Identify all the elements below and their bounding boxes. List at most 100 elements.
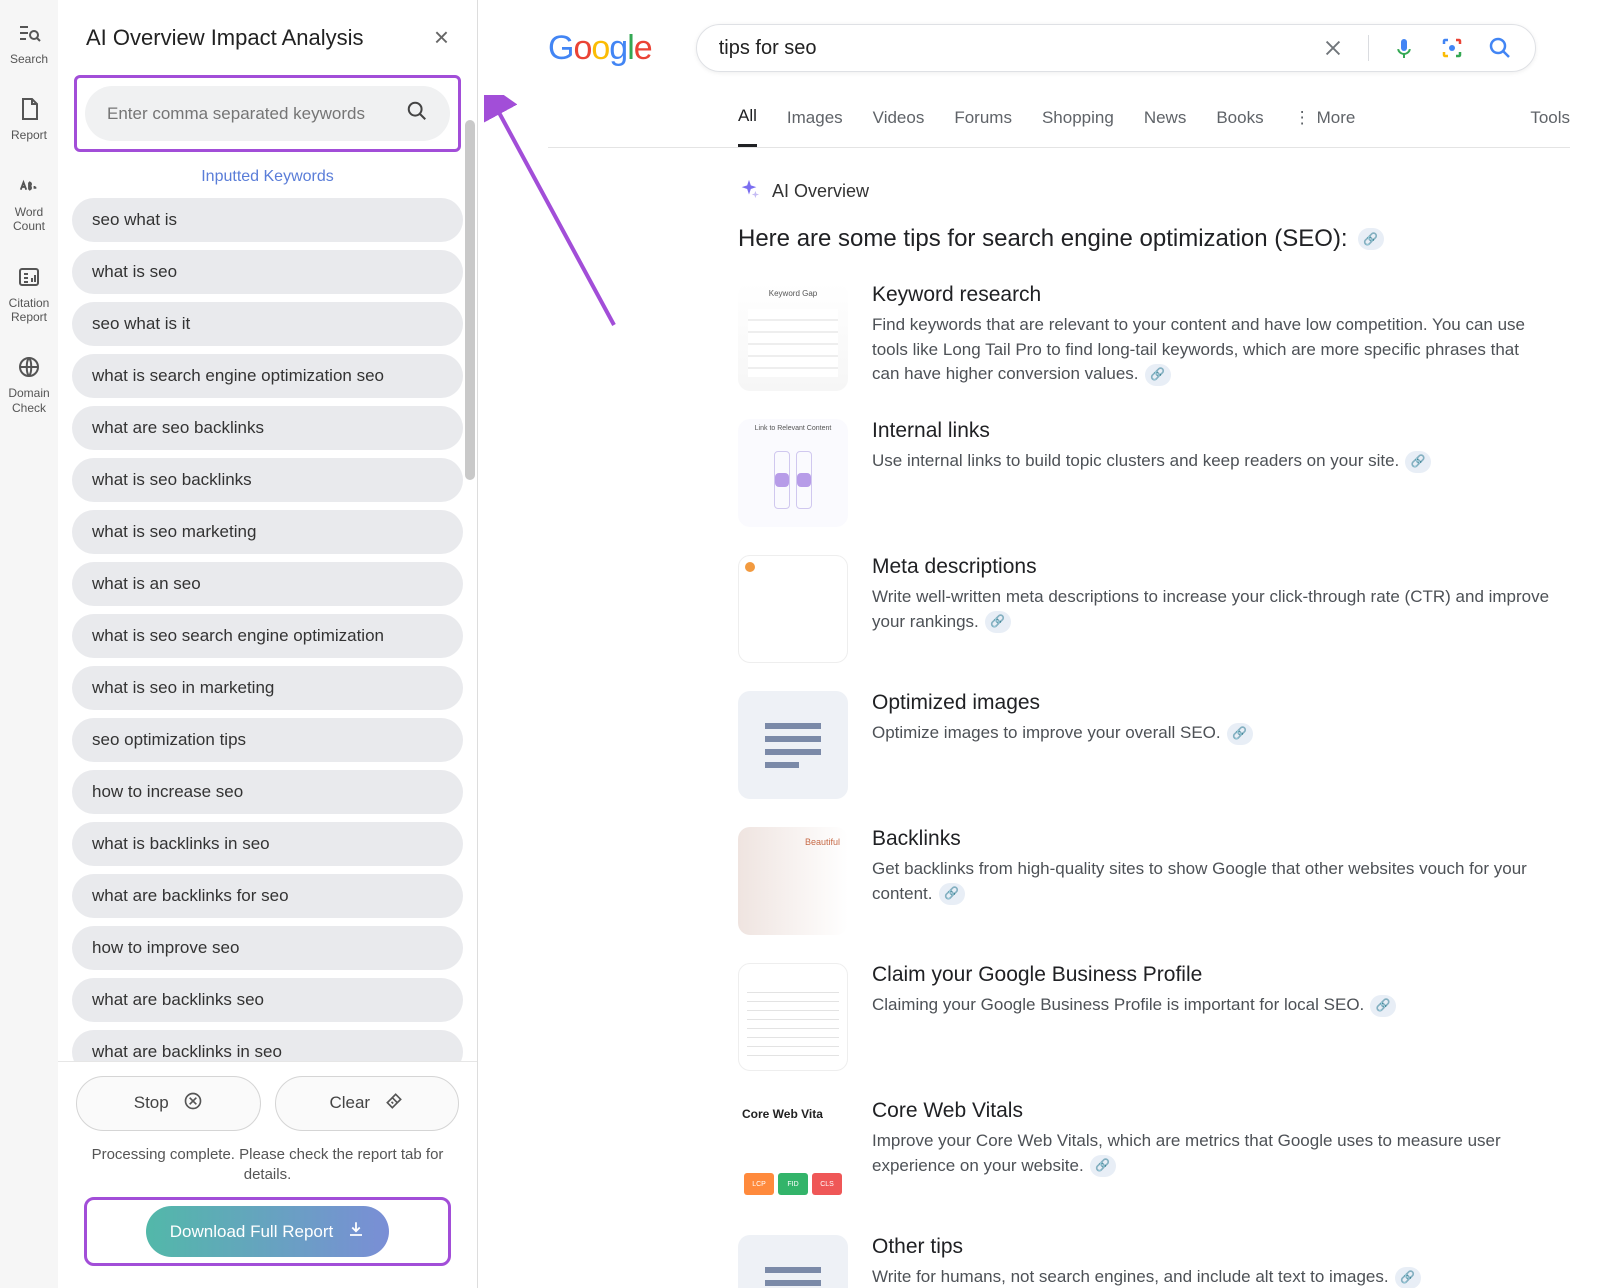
tip-item: Claim your Google Business Profile Claimi… (738, 963, 1570, 1071)
link-icon[interactable]: 🔗 (1370, 995, 1396, 1017)
link-icon[interactable]: 🔗 (1395, 1267, 1421, 1288)
link-icon[interactable]: 🔗 (1227, 723, 1253, 745)
voice-search-icon[interactable] (1391, 35, 1417, 61)
results-content: AI Overview Here are some tips for searc… (548, 148, 1570, 1288)
tab-more[interactable]: ⋮More (1294, 108, 1356, 146)
ai-overview-headline: Here are some tips for search engine opt… (738, 225, 1570, 253)
tip-thumbnail[interactable] (738, 691, 848, 799)
tip-desc: Use internal links to build topic cluste… (872, 449, 1550, 474)
link-icon[interactable]: 🔗 (985, 611, 1011, 633)
divider (1368, 35, 1369, 61)
status-text: Processing complete. Please check the re… (76, 1141, 459, 1198)
tab-all[interactable]: All (738, 106, 757, 147)
tab-images[interactable]: Images (787, 108, 843, 146)
rail-item-report[interactable]: Report (11, 96, 47, 142)
ai-star-icon (738, 178, 760, 205)
stop-button[interactable]: Stop (76, 1076, 261, 1131)
panel-title: AI Overview Impact Analysis (86, 25, 364, 51)
keyword-chip[interactable]: what are seo backlinks (72, 406, 463, 450)
side-rail: Search Report Word Count Citation Report… (0, 0, 58, 1288)
tip-desc: Write well-written meta descriptions to … (872, 585, 1550, 634)
keyword-chip[interactable]: what are backlinks seo (72, 978, 463, 1022)
rail-label: Search (10, 52, 48, 66)
keyword-chip[interactable]: what is seo in marketing (72, 666, 463, 710)
keyword-chip[interactable]: what is seo search engine optimization (72, 614, 463, 658)
rail-item-citation[interactable]: Citation Report (0, 264, 58, 325)
keyword-chip[interactable]: what is an seo (72, 562, 463, 606)
tip-title: Core Web Vitals (872, 1099, 1550, 1123)
panel-footer: Stop Clear Processing complete. Please c… (58, 1061, 477, 1288)
citation-icon (16, 264, 42, 290)
tip-desc: Improve your Core Web Vitals, which are … (872, 1129, 1550, 1178)
tip-thumbnail[interactable] (738, 555, 848, 663)
clear-button[interactable]: Clear (275, 1076, 460, 1131)
tip-thumbnail[interactable] (738, 963, 848, 1071)
rail-item-domain[interactable]: Domain Check (0, 354, 58, 415)
search-icon[interactable] (406, 100, 428, 127)
tip-item: Meta descriptions Write well-written meta… (738, 555, 1570, 663)
link-icon[interactable]: 🔗 (1090, 1155, 1116, 1177)
tab-videos[interactable]: Videos (873, 108, 925, 146)
keyword-chip[interactable]: what is backlinks in seo (72, 822, 463, 866)
rail-item-word-count[interactable]: Word Count (0, 173, 58, 234)
keyword-chip[interactable]: what are backlinks in seo (72, 1030, 463, 1061)
tip-desc: Find keywords that are relevant to your … (872, 313, 1550, 387)
scrollbar[interactable] (465, 120, 475, 620)
link-icon[interactable]: 🔗 (1358, 228, 1384, 250)
keyword-chip[interactable]: seo what is (72, 198, 463, 242)
tip-item: LCPFIDCLS Core Web Vitals Improve your Co… (738, 1099, 1570, 1207)
search-input[interactable] (719, 37, 1320, 60)
keyword-chip[interactable]: seo what is it (72, 302, 463, 346)
tip-thumbnail[interactable] (738, 1235, 848, 1288)
tab-books[interactable]: Books (1216, 108, 1263, 146)
keyword-chip[interactable]: what is seo marketing (72, 510, 463, 554)
keyword-chip[interactable]: what is seo (72, 250, 463, 294)
keyword-chip[interactable]: what is search engine optimization seo (72, 354, 463, 398)
search-submit-icon[interactable] (1487, 35, 1513, 61)
tip-title: Meta descriptions (872, 555, 1550, 579)
keyword-chip[interactable]: how to improve seo (72, 926, 463, 970)
keyword-chip[interactable]: what is seo backlinks (72, 458, 463, 502)
tip-title: Claim your Google Business Profile (872, 963, 1550, 987)
tab-forums[interactable]: Forums (954, 108, 1012, 146)
word-count-icon (16, 173, 42, 199)
tip-thumbnail[interactable] (738, 283, 848, 391)
rail-item-search[interactable]: Search (10, 20, 48, 66)
link-icon[interactable]: 🔗 (1405, 451, 1431, 473)
ai-impact-panel: AI Overview Impact Analysis × Inputted K… (58, 0, 478, 1288)
tip-item: Internal linksUse internal links to buil… (738, 419, 1570, 527)
tip-title: Backlinks (872, 827, 1550, 851)
analysis-search-icon (16, 20, 42, 46)
rail-label: Citation Report (0, 296, 58, 325)
more-dots-icon: ⋮ (1294, 108, 1311, 128)
tip-desc: Optimize images to improve your overall … (872, 721, 1550, 746)
chips-list[interactable]: seo what is what is seo seo what is it w… (58, 194, 477, 1061)
clear-search-icon[interactable] (1320, 35, 1346, 61)
keyword-chip[interactable]: how to increase seo (72, 770, 463, 814)
keyword-search-input-wrap[interactable] (85, 86, 450, 141)
keyword-chip[interactable]: what are backlinks for seo (72, 874, 463, 918)
tools-link[interactable]: Tools (1530, 108, 1570, 146)
tip-item: BacklinksGet backlinks from high-quality… (738, 827, 1570, 935)
tab-shopping[interactable]: Shopping (1042, 108, 1114, 146)
rail-label: Domain Check (0, 386, 58, 415)
tip-thumbnail[interactable] (738, 419, 848, 527)
link-icon[interactable]: 🔗 (939, 883, 965, 905)
search-tabs: All Images Videos Forums Shopping News B… (548, 82, 1570, 148)
download-report-button[interactable]: Download Full Report (146, 1206, 389, 1257)
tip-title: Optimized images (872, 691, 1550, 715)
close-icon[interactable]: × (434, 22, 449, 53)
tab-news[interactable]: News (1144, 108, 1187, 146)
search-bar[interactable] (696, 24, 1536, 72)
keyword-chip[interactable]: seo optimization tips (72, 718, 463, 762)
tip-desc: Claiming your Google Business Profile is… (872, 993, 1550, 1018)
tip-thumbnail[interactable] (738, 827, 848, 935)
document-icon (16, 96, 42, 122)
inputted-keywords-label: Inputted Keywords (58, 160, 477, 194)
google-logo[interactable]: Google (548, 29, 652, 68)
keyword-input[interactable] (107, 104, 406, 124)
tip-item: Keyword researchFind keywords that are r… (738, 283, 1570, 391)
link-icon[interactable]: 🔗 (1145, 364, 1171, 386)
tip-thumbnail[interactable]: LCPFIDCLS (738, 1099, 848, 1207)
lens-icon[interactable] (1439, 35, 1465, 61)
